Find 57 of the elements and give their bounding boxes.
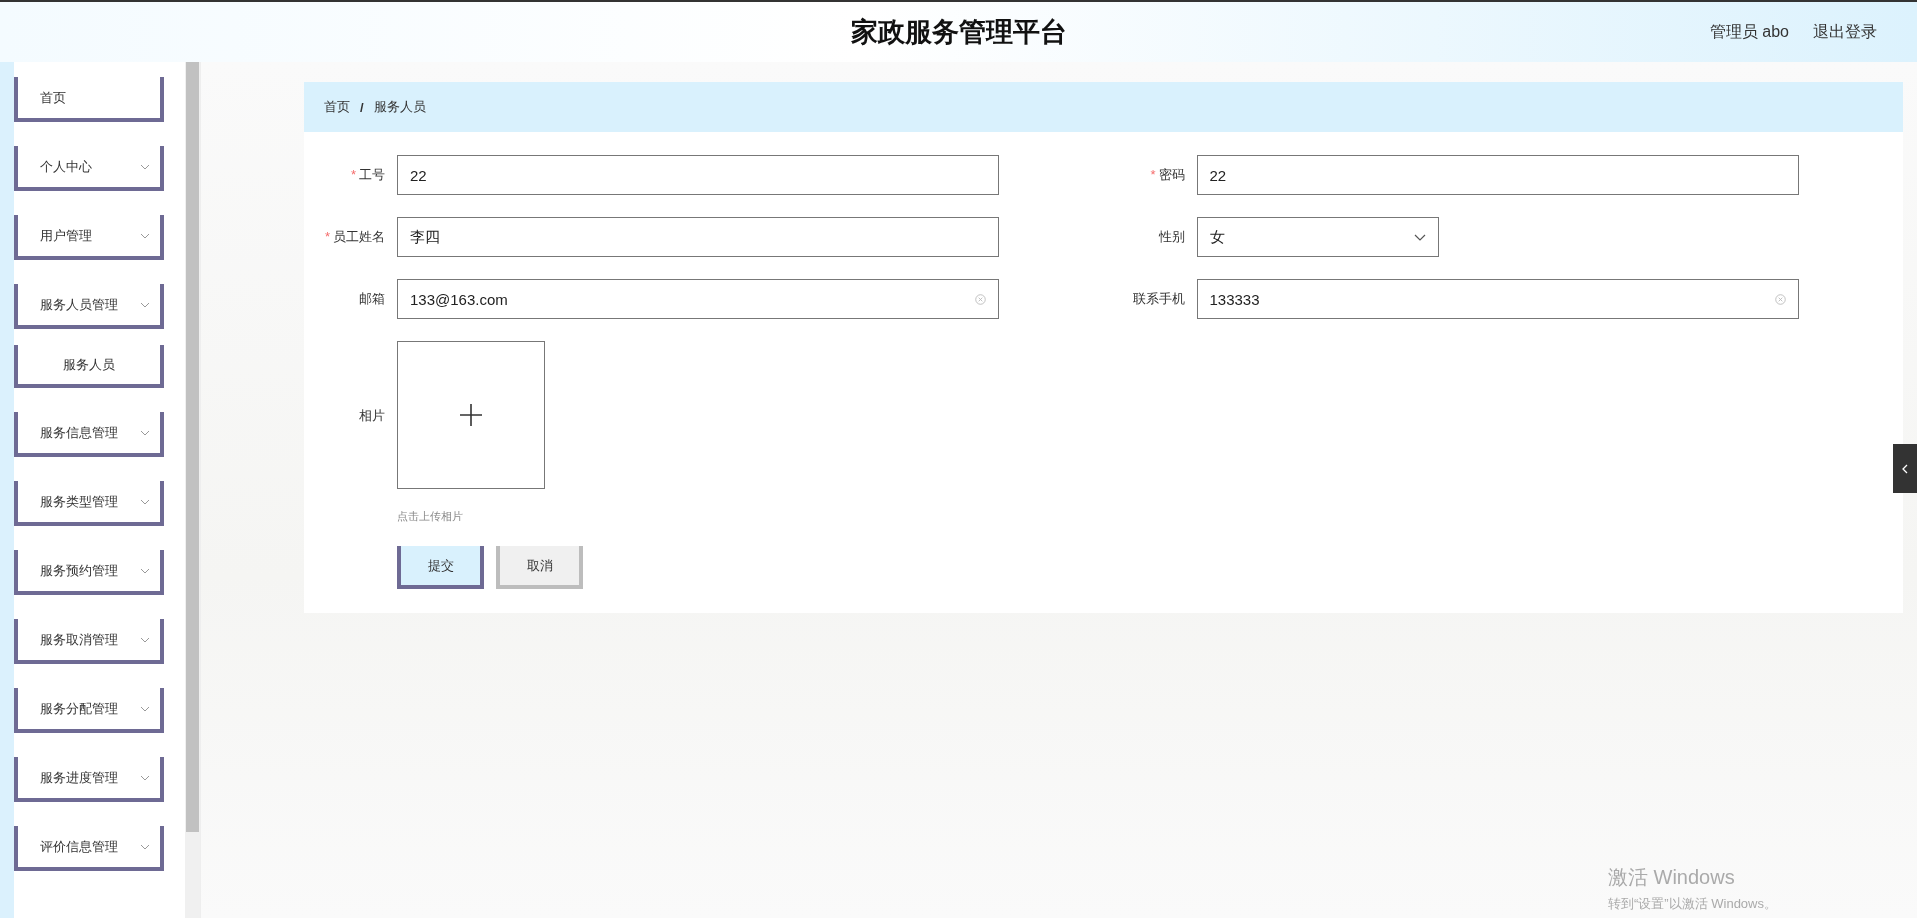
menu-item[interactable]: 服务信息管理: [14, 412, 164, 457]
upload-hint: 点击上传相片: [397, 509, 464, 524]
activation-title: 激活 Windows: [1608, 865, 1736, 890]
chevron-down-icon: [140, 774, 150, 781]
menu-item[interactable]: 首页: [14, 77, 164, 122]
menu-item[interactable]: 服务进度管理: [14, 757, 164, 802]
chevron-down-icon: [140, 498, 150, 505]
field-label: 相片: [359, 408, 385, 423]
activation-text: 转到“设置”以激活 Windows。: [1608, 895, 1777, 913]
field-label: 密码: [1158, 167, 1185, 182]
breadcrumb-separator: /: [360, 99, 364, 115]
logout-link[interactable]: 退出登录: [1813, 21, 1877, 43]
menu-item[interactable]: 评价信息管理: [14, 826, 164, 871]
submit-button[interactable]: 提交: [397, 546, 484, 589]
required-mark: *: [1150, 167, 1156, 182]
chevron-down-icon: [140, 163, 150, 170]
input-field[interactable]: 133333: [1196, 279, 1799, 319]
cancel-button[interactable]: 取消: [496, 546, 583, 589]
chevron-left-icon: [1901, 463, 1909, 474]
menu-item[interactable]: 服务类型管理: [14, 481, 164, 526]
scrollbar[interactable]: [185, 62, 200, 918]
input-field[interactable]: 22: [397, 155, 999, 195]
field-label: 性别: [1158, 229, 1185, 244]
field-label: 联系手机: [1132, 291, 1185, 306]
required-mark: *: [324, 229, 330, 244]
menu-item[interactable]: 服务预约管理: [14, 550, 164, 595]
breadcrumb-item[interactable]: 首页: [324, 98, 350, 116]
input-field[interactable]: 李四: [397, 217, 999, 257]
field-label: 邮箱: [359, 291, 385, 306]
field-label: 工号: [359, 167, 385, 182]
chevron-down-icon: [140, 232, 150, 239]
site-title: 家政服务管理平台: [850, 16, 1067, 49]
chevron-down-icon: [140, 705, 150, 712]
user-label: 管理员 abo: [1709, 21, 1789, 42]
plus-icon: [459, 403, 483, 427]
menu-item[interactable]: 服务分配管理: [14, 688, 164, 733]
clear-icon[interactable]: [1774, 293, 1786, 305]
field-label: 员工姓名: [333, 229, 385, 244]
chevron-down-icon: [140, 429, 150, 436]
upload-box[interactable]: [397, 341, 545, 489]
menu-item[interactable]: 服务取消管理: [14, 619, 164, 664]
input-field[interactable]: 133@163.com: [397, 279, 999, 319]
menu-item[interactable]: 个人中心: [14, 146, 164, 191]
menu-item[interactable]: 服务人员管理: [14, 284, 164, 329]
chevron-down-icon: [140, 636, 150, 643]
side-toggle-button[interactable]: [1893, 444, 1917, 493]
clear-icon[interactable]: [975, 293, 986, 305]
breadcrumb-item[interactable]: 服务人员: [373, 98, 426, 116]
chevron-down-icon: [140, 301, 150, 308]
chevron-down-icon: [140, 567, 150, 574]
select-field[interactable]: 女: [1196, 217, 1439, 257]
input-field[interactable]: 22: [1196, 155, 1799, 195]
submenu-item[interactable]: 服务人员: [14, 345, 164, 388]
required-mark: *: [350, 167, 356, 182]
menu-item[interactable]: 用户管理: [14, 215, 164, 260]
chevron-down-icon: [140, 843, 150, 850]
chevron-down-icon: [1413, 233, 1426, 241]
